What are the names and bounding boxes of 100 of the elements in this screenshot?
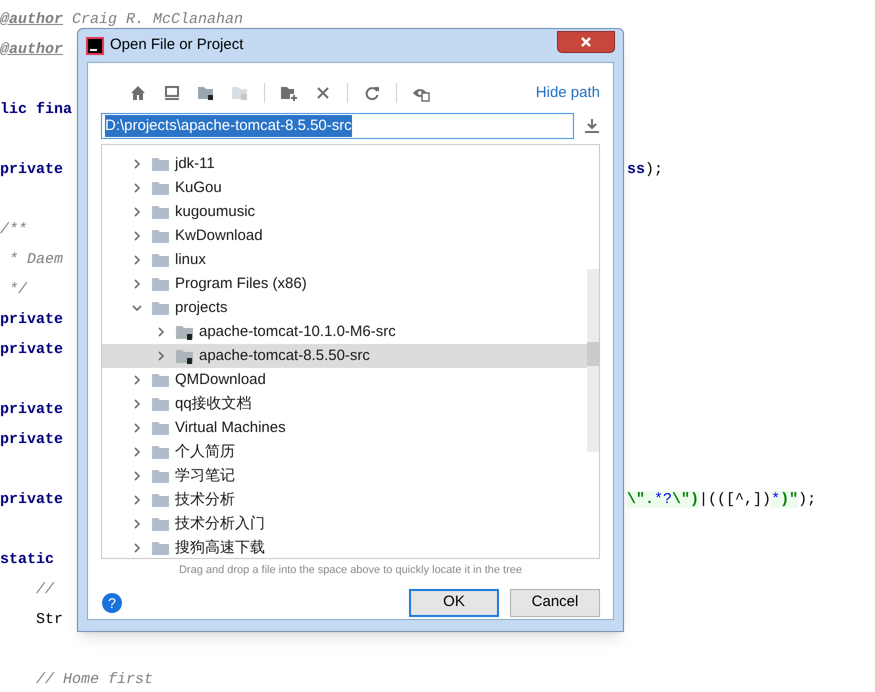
monitor-icon[interactable] — [163, 84, 181, 102]
chevron-icon[interactable] — [132, 231, 142, 241]
folder-icon — [152, 228, 170, 244]
chevron-icon[interactable] — [132, 375, 142, 385]
dialog-button[interactable]: OK — [409, 588, 499, 616]
module-folder-icon — [176, 348, 194, 364]
tree-row[interactable]: 个人简历 — [102, 440, 587, 464]
chevron-icon[interactable] — [156, 327, 166, 337]
home-icon[interactable] — [129, 84, 147, 102]
tree-row[interactable]: apache-tomcat-10.1.0-M6-src — [102, 320, 587, 344]
tree-row[interactable]: KwDownload — [102, 224, 587, 248]
folder-name: qq接收文档 — [175, 394, 252, 414]
code-text: ); — [798, 490, 816, 508]
chevron-icon[interactable] — [156, 351, 166, 361]
chevron-icon[interactable] — [132, 423, 142, 433]
folder-name: jdk-11 — [175, 154, 215, 174]
folder-icon — [152, 492, 170, 508]
download-icon[interactable] — [584, 118, 600, 134]
hint-text: Drag and drop a file into the space above to quickly locate it in the tree — [178, 563, 524, 578]
folder-name: QMDownload — [175, 370, 266, 390]
code-text: @author — [0, 40, 64, 58]
chevron-icon[interactable] — [132, 471, 142, 481]
close-icon — [580, 36, 592, 48]
path-field[interactable]: D:\projects\apache-tomcat-8.5.50-src — [101, 113, 574, 139]
code-text: static — [0, 550, 54, 568]
folder-icon[interactable] — [197, 84, 215, 102]
hide-path-link[interactable]: Hide path — [536, 82, 600, 104]
dialog-button[interactable]: Cancel — [510, 588, 600, 616]
tree-row[interactable]: 搜狗高速下载 — [102, 536, 587, 558]
code-text: */ — [8, 280, 28, 298]
code-text: private — [0, 490, 64, 508]
chevron-icon[interactable] — [132, 399, 142, 409]
folder-icon — [152, 300, 170, 316]
chevron-icon[interactable] — [132, 159, 142, 169]
folder-name: linux — [175, 250, 206, 270]
folder-name: Virtual Machines — [175, 418, 286, 438]
folder-name: 技术分析入门 — [175, 514, 265, 534]
code-text: @author — [0, 10, 64, 28]
tree-row[interactable]: jdk-11 — [102, 152, 587, 176]
folder-icon — [152, 372, 170, 388]
folder-name: projects — [175, 298, 228, 318]
chevron-icon[interactable] — [132, 495, 142, 505]
tree-row[interactable]: Virtual Machines — [102, 416, 587, 440]
folder-icon — [152, 540, 170, 556]
code-text: Craig R. McClanahan — [71, 10, 244, 28]
tree-row[interactable]: 技术分析入门 — [102, 512, 587, 536]
tree-row[interactable]: apache-tomcat-8.5.50-src — [102, 344, 587, 368]
close-button[interactable] — [557, 30, 615, 52]
folder-icon — [152, 204, 170, 220]
chevron-icon[interactable] — [132, 303, 142, 313]
code-text: * Daem — [8, 250, 64, 268]
code-text: \") — [672, 490, 700, 508]
folder-name: kugoumusic — [175, 202, 256, 222]
code-text: private — [0, 400, 64, 418]
tree-row[interactable]: 学习笔记 — [102, 464, 587, 488]
chevron-icon[interactable] — [132, 255, 142, 265]
new-folder-icon[interactable] — [280, 84, 298, 102]
folder-name: 技术分析 — [175, 490, 235, 510]
app-logo-icon — [86, 36, 104, 54]
chevron-icon[interactable] — [132, 519, 142, 529]
tree-row[interactable]: kugoumusic — [102, 200, 587, 224]
code-text: /** — [0, 220, 28, 238]
code-text: private — [0, 430, 64, 448]
tree-row[interactable]: linux — [102, 248, 587, 272]
code-text: )" — [780, 490, 798, 508]
code-text: private — [0, 310, 64, 328]
folder-name: 个人简历 — [175, 442, 235, 462]
chevron-icon[interactable] — [132, 183, 142, 193]
folder-icon — [152, 252, 170, 268]
code-text: ss — [627, 160, 646, 178]
folder-icon — [152, 156, 170, 172]
folder-icon — [152, 276, 170, 292]
code-text: private — [0, 340, 64, 358]
code-text: *? — [654, 490, 672, 508]
scrollbar[interactable] — [587, 269, 599, 452]
folder-icon — [152, 396, 170, 412]
tree-row[interactable]: KuGou — [102, 176, 587, 200]
chevron-icon[interactable] — [132, 543, 142, 553]
window-title: Open File or Project — [110, 35, 244, 56]
tree-row[interactable]: 技术分析 — [102, 488, 587, 512]
help-button[interactable]: ? — [102, 592, 122, 612]
tree-row[interactable]: Program Files (x86) — [102, 272, 587, 296]
code-text: \". — [627, 490, 654, 508]
folder-icon — [152, 444, 170, 460]
chevron-icon[interactable] — [132, 447, 142, 457]
folder-name: KwDownload — [175, 226, 263, 246]
code-text: |(([^,]) — [699, 490, 772, 508]
folder-icon — [152, 516, 170, 532]
chevron-icon[interactable] — [132, 207, 142, 217]
code-text: ); — [645, 160, 664, 178]
tree-row[interactable]: QMDownload — [102, 368, 587, 392]
refresh-icon[interactable] — [363, 84, 381, 102]
code-text: lic fina — [0, 100, 72, 118]
chevron-icon[interactable] — [132, 279, 142, 289]
folder-icon — [152, 180, 170, 196]
folder-icon — [152, 468, 170, 484]
tree-row[interactable]: qq接收文档 — [102, 392, 587, 416]
tree-row[interactable]: projects — [102, 296, 587, 320]
code-text: private — [0, 160, 64, 178]
folder-name: Program Files (x86) — [175, 274, 307, 294]
